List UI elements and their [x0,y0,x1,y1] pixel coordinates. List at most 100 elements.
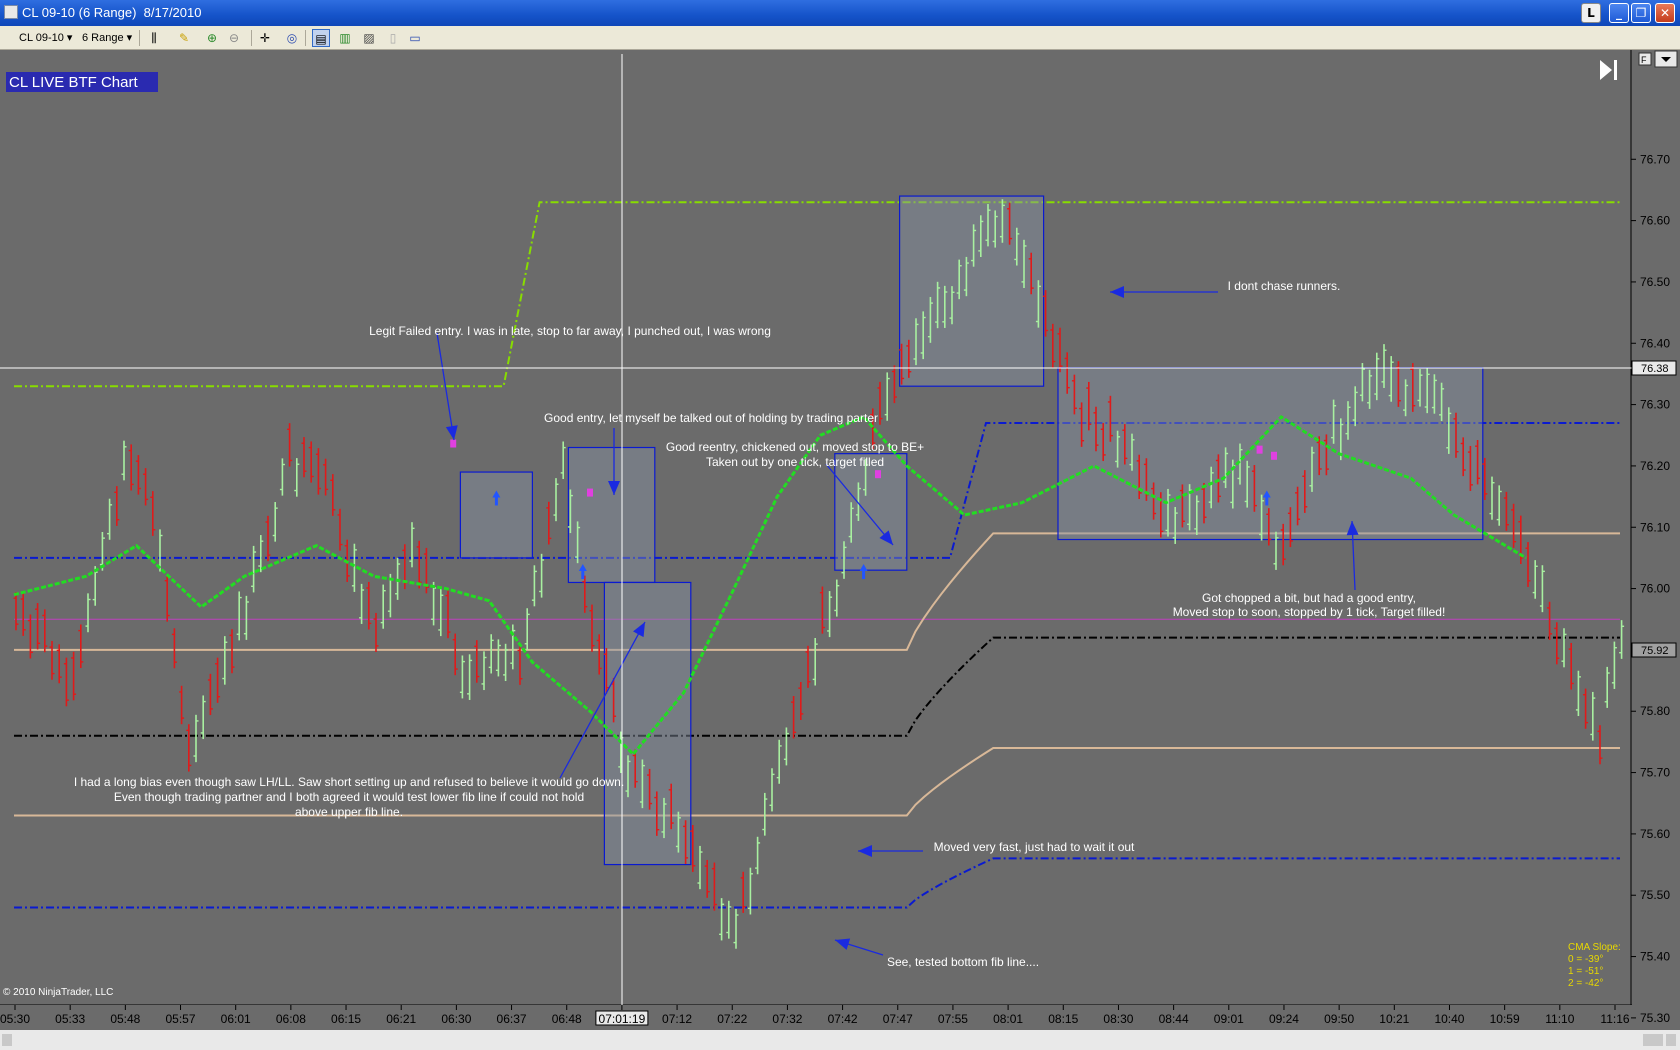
indicators-icon[interactable]: ▤ [312,29,330,47]
svg-text:F: F [1641,55,1647,65]
x-tick-label: 10:40 [1434,1012,1464,1026]
y-tick-label: 75.60 [1640,827,1670,841]
y-tick-label: 76.10 [1640,520,1670,534]
chevron-down-icon: ▾ [63,32,73,44]
instrument-selector[interactable]: CL 09-10 ▾ [19,30,72,46]
exit-marker-icon [587,488,593,497]
y-tick-label: 75.50 [1640,888,1670,902]
trade-box [834,453,908,571]
price-axis [1632,50,1680,1030]
chevron-down-icon: ▾ [123,32,133,44]
annotation-text: Good reentry, chickened out, moved stop … [666,440,924,454]
last-price: 75.92 [1641,645,1669,657]
annotation-text: I had a long bias even though saw LH/LL.… [74,775,624,789]
x-tick-label: 05:30 [0,1012,30,1026]
entry-arrow-stem [494,497,498,506]
trade-box [567,446,656,584]
x-tick-label: 10:59 [1490,1012,1520,1026]
x-tick-label: 06:01 [221,1012,251,1026]
bar-type-icon[interactable]: ⫼ [145,29,163,47]
x-tick-label: 08:44 [1159,1012,1189,1026]
x-tick-label: 05:57 [166,1012,196,1026]
copyright-text: © 2010 NinjaTrader, LLC [3,987,113,998]
scroll-left-button[interactable] [2,1034,12,1046]
cma-slope-line: 2 = -42° [1568,978,1603,989]
cma-slope-line: 1 = -51° [1568,966,1603,977]
x-tick-label: 06:08 [276,1012,306,1026]
annotation-text: Got chopped a bit, but had a good entry, [1202,591,1416,605]
chart-label: CL LIVE BTF Chart [9,74,138,91]
properties-icon[interactable]: ◎ [283,29,301,47]
entry-arrow-stem [1265,497,1269,506]
annotation-text: Moved very fast, just had to wait it out [934,840,1135,854]
x-tick-label: 08:30 [1103,1012,1133,1026]
app-icon [4,5,18,19]
x-tick-label: 07:01:19 [599,1012,646,1026]
x-tick-label: 07:12 [662,1012,692,1026]
chart-trader-icon[interactable]: ▨ [360,29,378,47]
y-tick-label: 75.70 [1640,766,1670,780]
x-tick-label: 06:15 [331,1012,361,1026]
y-tick-label: 75.80 [1640,704,1670,718]
chart-toolbar: CL 09-10 ▾ 6 Range ▾ ⫼ ✎ ⊕ ⊖ ✛ ◎ ▤ ▥ ▨ ▯… [0,26,1680,50]
y-tick-label: 76.60 [1640,214,1670,228]
minimize-button[interactable]: _ [1609,3,1629,23]
instrument-label: CL 09-10 [19,32,64,44]
x-tick-label: 05:33 [55,1012,85,1026]
period-selector[interactable]: 6 Range ▾ [82,30,132,46]
templates-icon[interactable]: ▭ [406,29,424,47]
y-tick-label: 76.50 [1640,275,1670,289]
x-tick-label: 06:37 [497,1012,527,1026]
entry-arrow-stem [862,571,866,580]
x-tick-label: 07:47 [883,1012,913,1026]
crosshair-price: 76.38 [1641,363,1669,375]
x-tick-label: 05:48 [110,1012,140,1026]
annotation-text: Legit Failed entry. I was in late, stop … [369,324,771,338]
scroll-right-button[interactable] [1666,1034,1676,1046]
price-chart[interactable]: 75.3075.4075.5075.6075.7075.8075.9076.00… [0,50,1680,1050]
x-tick-label: 07:22 [717,1012,747,1026]
x-tick-label: 11:16 [1600,1012,1629,1026]
exit-marker-icon [1256,445,1263,454]
y-tick-label: 76.40 [1640,336,1670,350]
close-button[interactable]: ✕ [1655,3,1675,23]
annotation-text: Taken out by one tick, target filled [706,455,884,469]
x-tick-label: 09:50 [1324,1012,1354,1026]
link-button[interactable]: L [1581,3,1601,23]
data-box-icon[interactable]: ▯ [384,29,402,47]
crosshair-icon[interactable]: ✛ [256,29,274,47]
zoom-out-icon[interactable]: ⊖ [225,29,243,47]
x-tick-label: 09:24 [1269,1012,1299,1026]
cma-slope-line: 0 = -39° [1568,954,1603,965]
period-label: 6 Range [82,32,124,44]
y-tick-label: 76.70 [1640,152,1670,166]
cma-slope-title: CMA Slope: [1568,942,1621,953]
y-tick-label: 76.30 [1640,398,1670,412]
annotation-text: above upper fib line. [295,805,403,819]
x-tick-label: 08:01 [993,1012,1023,1026]
trade-box [459,471,533,559]
x-tick-label: 06:48 [552,1012,582,1026]
scroll-thumb[interactable] [1643,1034,1663,1046]
horizontal-scrollbar[interactable] [0,1030,1680,1050]
strategies-icon[interactable]: ▥ [336,29,354,47]
annotation-text: Moved stop to soon, stopped by 1 tick, T… [1173,605,1446,619]
y-tick-label: 75.40 [1640,950,1670,964]
window-titlebar: CL 09-10 (6 Range) 8/17/2010 L _ ❐ ✕ [0,0,1680,26]
toolbar-separator [305,30,306,46]
x-tick-label: 06:30 [441,1012,471,1026]
annotation-text: I dont chase runners. [1228,279,1341,293]
x-tick-label: 10:21 [1379,1012,1409,1026]
y-tick-label: 76.20 [1640,459,1670,473]
entry-arrow-stem [581,571,585,580]
y-tick-label: 76.00 [1640,582,1670,596]
annotation-text: Good entry, let myself be talked out of … [544,411,878,425]
restore-button[interactable]: ❐ [1631,3,1651,23]
trade-box [1057,367,1484,541]
y-tick-label: 75.30 [1640,1011,1670,1025]
window-title: CL 09-10 (6 Range) 8/17/2010 [22,5,202,20]
exit-marker-icon [1271,451,1277,460]
zoom-in-icon[interactable]: ⊕ [203,29,221,47]
annotation-text: Even though trading partner and I both a… [114,790,584,804]
drawing-tool-icon[interactable]: ✎ [175,29,193,47]
